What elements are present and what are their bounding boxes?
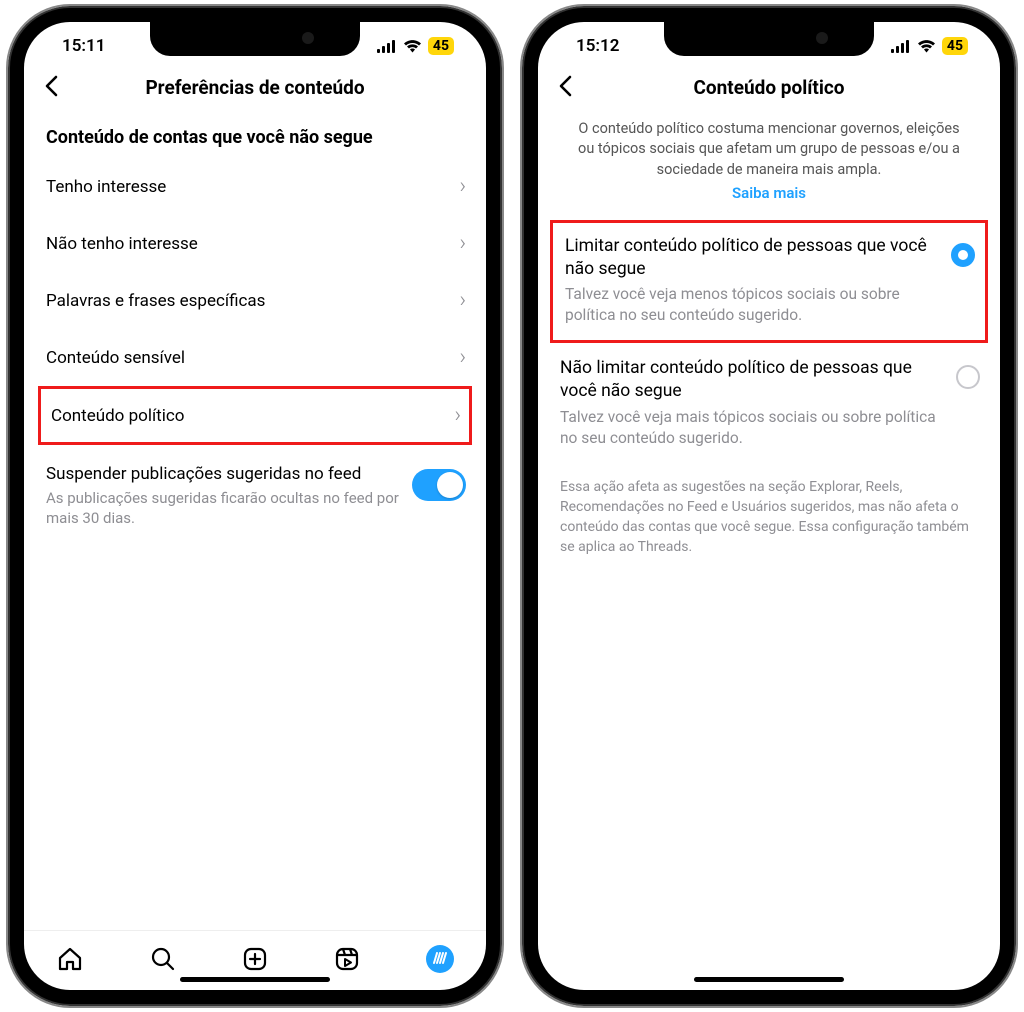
wifi-icon bbox=[403, 39, 422, 53]
option-text: Limitar conteúdo político de pessoas que… bbox=[565, 235, 939, 326]
toggle-switch-on[interactable] bbox=[412, 469, 466, 501]
battery-level: 45 bbox=[428, 37, 454, 55]
wifi-icon bbox=[917, 39, 936, 53]
content-right[interactable]: O conteúdo político costuma mencionar go… bbox=[538, 113, 1000, 990]
row-label: Não tenho interesse bbox=[46, 234, 459, 254]
home-indicator[interactable] bbox=[180, 977, 330, 982]
cellular-signal-icon bbox=[891, 40, 911, 53]
intro-text: O conteúdo político costuma mencionar go… bbox=[538, 113, 1000, 180]
row-conteudo-sensivel[interactable]: Conteúdo sensível › bbox=[24, 329, 486, 386]
footnote-text: Essa ação afeta as sugestões na seção Ex… bbox=[538, 465, 1000, 570]
create-icon[interactable] bbox=[241, 945, 269, 973]
toggle-text: Suspender publicações sugeridas no feed … bbox=[46, 463, 402, 528]
option-limitar[interactable]: Limitar conteúdo político de pessoas que… bbox=[550, 220, 988, 343]
row-tenho-interesse[interactable]: Tenho interesse › bbox=[24, 158, 486, 215]
back-button[interactable] bbox=[552, 70, 578, 106]
home-icon[interactable] bbox=[56, 945, 84, 973]
reels-icon[interactable] bbox=[333, 945, 361, 973]
screen-right: 15:12 45 Conteúdo político O conteúdo po… bbox=[538, 22, 1000, 990]
chevron-right-icon: › bbox=[459, 345, 466, 370]
status-time: 15:12 bbox=[576, 36, 619, 56]
nav-header: Conteúdo político bbox=[538, 70, 1000, 113]
radio-checked-icon[interactable] bbox=[951, 243, 975, 267]
status-right: 45 bbox=[377, 37, 454, 55]
row-nao-tenho-interesse[interactable]: Não tenho interesse › bbox=[24, 215, 486, 272]
page-title: Preferências de conteúdo bbox=[40, 76, 470, 99]
chevron-right-icon: › bbox=[454, 403, 461, 428]
battery-level: 45 bbox=[942, 37, 968, 55]
notch bbox=[664, 22, 874, 56]
notch bbox=[150, 22, 360, 56]
cellular-signal-icon bbox=[377, 40, 397, 53]
radio-unchecked-icon[interactable] bbox=[956, 365, 980, 389]
threads-icon[interactable] bbox=[426, 945, 454, 973]
toggle-subtitle: As publicações sugeridas ficarão ocultas… bbox=[46, 488, 402, 529]
row-conteudo-politico[interactable]: Conteúdo político › bbox=[38, 386, 472, 445]
phone-left: 15:11 45 Preferências de conteúdo Conteú… bbox=[10, 8, 500, 1004]
back-button[interactable] bbox=[38, 70, 64, 106]
option-title: Limitar conteúdo político de pessoas que… bbox=[565, 235, 939, 281]
screen-left: 15:11 45 Preferências de conteúdo Conteú… bbox=[24, 22, 486, 990]
row-suspender-sugeridas[interactable]: Suspender publicações sugeridas no feed … bbox=[24, 445, 486, 544]
row-label: Conteúdo político bbox=[51, 406, 454, 426]
nav-header: Preferências de conteúdo bbox=[24, 70, 486, 113]
status-right: 45 bbox=[891, 37, 968, 55]
row-palavras-especificas[interactable]: Palavras e frases específicas › bbox=[24, 272, 486, 329]
page-title: Conteúdo político bbox=[554, 76, 984, 99]
option-subtitle: Talvez você veja menos tópicos sociais o… bbox=[565, 284, 939, 326]
row-label: Tenho interesse bbox=[46, 177, 459, 197]
status-time: 15:11 bbox=[62, 36, 105, 56]
option-title: Não limitar conteúdo político de pessoas… bbox=[560, 357, 944, 403]
content-left[interactable]: Conteúdo de contas que você não segue Te… bbox=[24, 113, 486, 930]
learn-more-link[interactable]: Saiba mais bbox=[538, 180, 1000, 220]
option-nao-limitar[interactable]: Não limitar conteúdo político de pessoas… bbox=[538, 343, 1000, 464]
phone-right: 15:12 45 Conteúdo político O conteúdo po… bbox=[524, 8, 1014, 1004]
threads-active-badge bbox=[426, 945, 454, 973]
row-label: Conteúdo sensível bbox=[46, 348, 459, 368]
row-label: Palavras e frases específicas bbox=[46, 291, 459, 311]
option-text: Não limitar conteúdo político de pessoas… bbox=[560, 357, 944, 448]
toggle-title: Suspender publicações sugeridas no feed bbox=[46, 463, 402, 486]
section-title: Conteúdo de contas que você não segue bbox=[24, 113, 486, 158]
chevron-right-icon: › bbox=[459, 174, 466, 199]
home-indicator[interactable] bbox=[694, 977, 844, 982]
chevron-right-icon: › bbox=[459, 288, 466, 313]
chevron-right-icon: › bbox=[459, 231, 466, 256]
search-icon[interactable] bbox=[149, 945, 177, 973]
option-subtitle: Talvez você veja mais tópicos sociais ou… bbox=[560, 407, 944, 449]
